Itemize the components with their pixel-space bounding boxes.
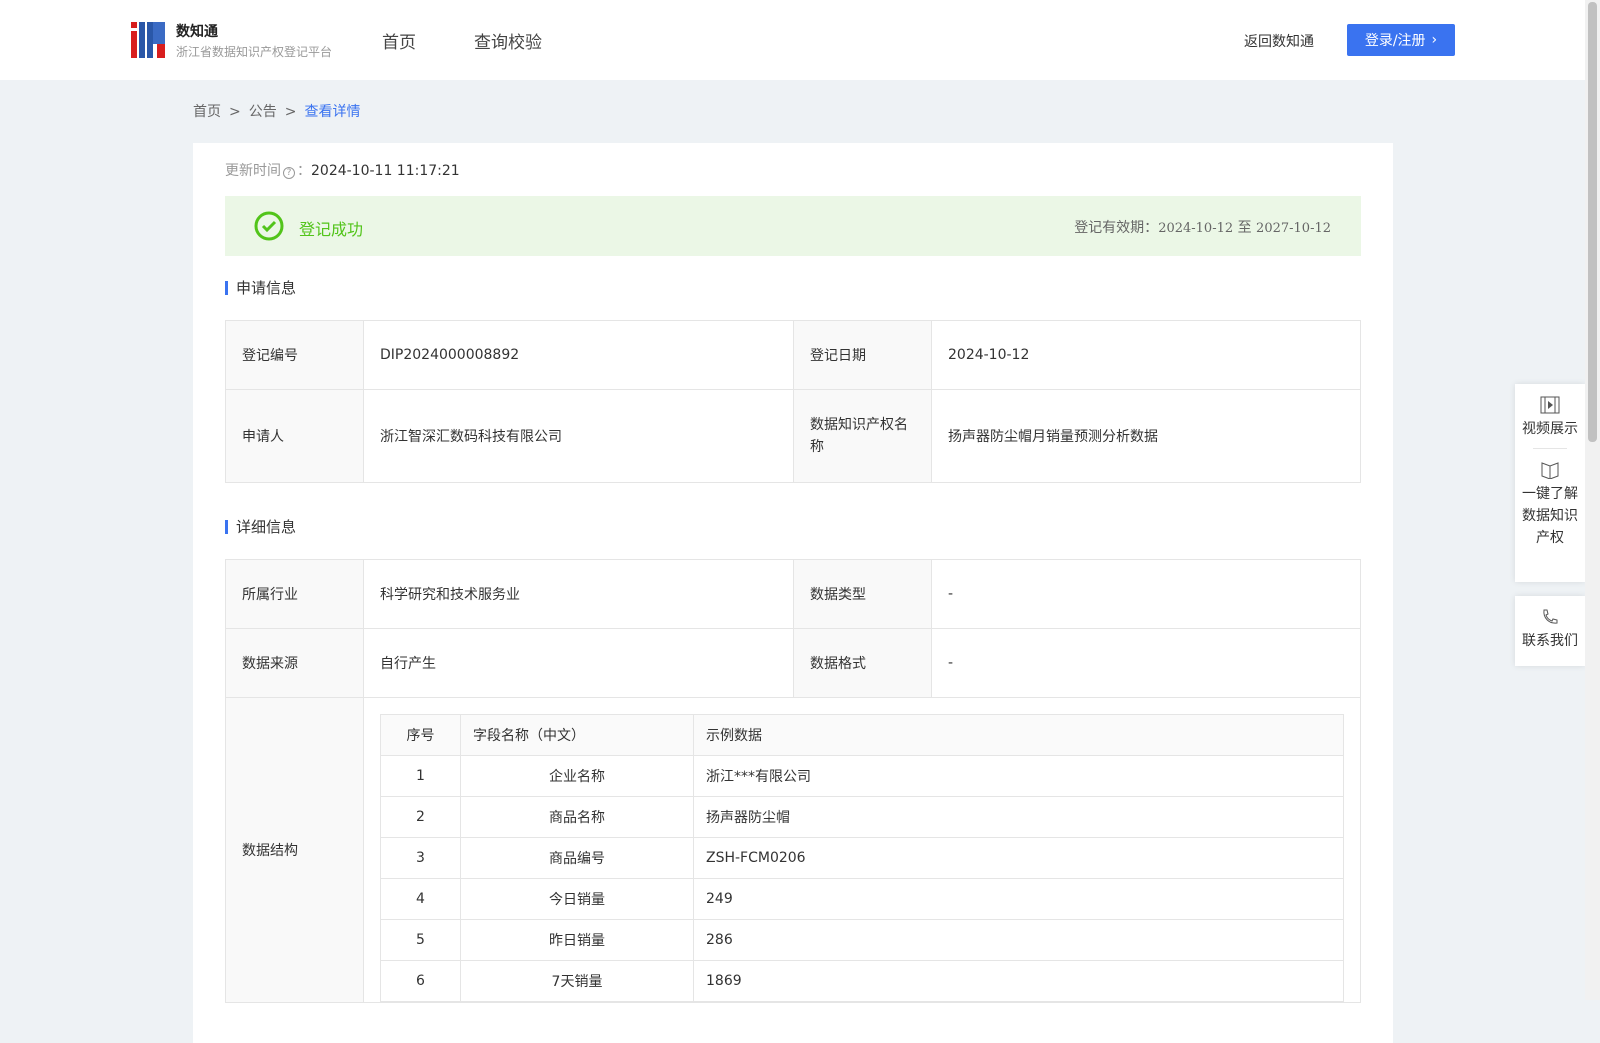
applicant-label: 申请人	[225, 389, 364, 483]
col-field: 字段名称（中文）	[460, 714, 694, 756]
structure-row: 3 商品编号 ZSH-FCM0206	[380, 837, 1344, 879]
learn-button[interactable]: 一键了解数据知识产权	[1515, 449, 1585, 561]
contact-panel: 联系我们	[1515, 596, 1585, 666]
section-detail-title: 详细信息	[225, 520, 296, 535]
update-time: 更新时间? ：2024-10-11 11:17:21	[225, 163, 460, 179]
scrollbar-thumb[interactable]	[1588, 2, 1597, 442]
structure-label: 数据结构	[225, 697, 364, 1003]
float-panel: 视频展示 一键了解数据知识产权	[1515, 384, 1585, 582]
breadcrumb-notice[interactable]: 公告	[249, 104, 277, 120]
structure-row: 6 7天销量 1869	[380, 960, 1344, 1002]
ip-name: 扬声器防尘帽月销量预测分析数据	[931, 389, 1361, 483]
detail-card: 更新时间? ：2024-10-11 11:17:21 登记成功 登记有效期：202…	[193, 143, 1393, 1043]
structure-row: 5 昨日销量 286	[380, 919, 1344, 961]
industry: 科学研究和技术服务业	[363, 559, 794, 629]
row-field: 昨日销量	[460, 919, 694, 961]
valid-to: 2027-10-12	[1256, 221, 1331, 236]
row-example: 286	[693, 919, 1344, 961]
col-index: 序号	[380, 714, 461, 756]
video-button[interactable]: 视频展示	[1515, 384, 1585, 448]
top-header: 数知通 浙江省数据知识产权登记平台 首页 查询校验 返回数知通 登录/注册 ›	[0, 0, 1585, 80]
validity-label: 登记有效期：	[1074, 220, 1159, 236]
reg-date-label: 登记日期	[793, 320, 932, 390]
status-text: 登记成功	[299, 220, 364, 239]
row-index: 4	[380, 878, 461, 920]
col-example: 示例数据	[693, 714, 1344, 756]
data-type: -	[931, 559, 1361, 629]
reg-no-label: 登记编号	[225, 320, 364, 390]
scrollbar[interactable]	[1585, 0, 1600, 1000]
row-field: 商品编号	[460, 837, 694, 879]
reg-no: DIP2024000008892	[363, 320, 794, 390]
reg-date: 2024-10-12	[931, 320, 1361, 390]
row-field: 企业名称	[460, 755, 694, 797]
login-label: 登录/注册	[1364, 33, 1426, 49]
breadcrumb-current: 查看详情	[304, 104, 361, 120]
row-field: 今日销量	[460, 878, 694, 920]
row-index: 5	[380, 919, 461, 961]
nav-query[interactable]: 查询校验	[474, 28, 542, 53]
applicant: 浙江智深汇数码科技有限公司	[363, 389, 794, 483]
phone-icon	[1543, 609, 1558, 624]
row-index: 2	[380, 796, 461, 838]
learn-label: 一键了解数据知识产权	[1522, 486, 1578, 546]
section-apply-title: 申请信息	[225, 281, 296, 296]
row-index: 1	[380, 755, 461, 797]
structure-row: 4 今日销量 249	[380, 878, 1344, 920]
detail-info-table: 所属行业 科学研究和技术服务业 数据类型 - 数据来源 自行产生 数据格式 - 数据结构 序…	[225, 559, 1361, 1003]
row-example: 249	[693, 878, 1344, 920]
brand-subtitle: 浙江省数据知识产权登记平台	[176, 45, 333, 59]
format-label: 数据格式	[793, 628, 932, 698]
row-field: 7天销量	[460, 960, 694, 1002]
data-type-label: 数据类型	[793, 559, 932, 629]
row-example: 1869	[693, 960, 1344, 1002]
back-link[interactable]: 返回数知通	[1244, 31, 1314, 51]
validity: 登记有效期：2024-10-12 至 2027-10-12	[1074, 217, 1331, 237]
apply-info-table: 登记编号 DIP2024000008892 登记日期 2024-10-12 申请人 浙江…	[225, 320, 1361, 483]
row-example: 浙江***有限公司	[693, 755, 1344, 797]
logo-icon	[131, 22, 165, 58]
breadcrumb-home[interactable]: 首页	[193, 104, 221, 120]
source-label: 数据来源	[225, 628, 364, 698]
nav-home[interactable]: 首页	[382, 28, 416, 53]
structure-table: 序号 字段名称（中文） 示例数据 1 企业名称 浙江***有限公司 2 商品名称 扬声器防尘帽…	[380, 714, 1344, 1002]
row-example: 扬声器防尘帽	[693, 796, 1344, 838]
login-button[interactable]: 登录/注册 ›	[1347, 24, 1455, 56]
video-icon	[1540, 396, 1560, 414]
row-index: 6	[380, 960, 461, 1002]
video-label: 视频展示	[1522, 421, 1578, 437]
format: -	[931, 628, 1361, 698]
valid-from: 2024-10-12	[1158, 221, 1234, 236]
chevron-right-icon: ›	[1431, 32, 1438, 48]
contact-button[interactable]: 联系我们	[1515, 596, 1585, 660]
structure-row: 2 商品名称 扬声器防尘帽	[380, 796, 1344, 838]
row-index: 3	[380, 837, 461, 879]
source: 自行产生	[363, 628, 794, 698]
update-value: 2024-10-11 11:17:21	[311, 163, 460, 179]
ip-name-label: 数据知识产权名称	[793, 389, 932, 483]
contact-label: 联系我们	[1522, 633, 1578, 649]
check-circle-icon	[254, 211, 284, 241]
row-field: 商品名称	[460, 796, 694, 838]
book-icon	[1541, 462, 1559, 479]
update-label: 更新时间	[225, 163, 281, 179]
brand-name: 数知通	[176, 24, 218, 40]
industry-label: 所属行业	[225, 559, 364, 629]
valid-sep: 至	[1237, 220, 1252, 236]
row-example: ZSH-FCM0206	[693, 837, 1344, 879]
structure-row: 1 企业名称 浙江***有限公司	[380, 755, 1344, 797]
help-icon[interactable]: ?	[283, 167, 295, 179]
breadcrumb: 首页 > 公告 > 查看详情	[193, 104, 361, 120]
status-banner: 登记成功 登记有效期：2024-10-12 至 2027-10-12	[225, 196, 1361, 256]
